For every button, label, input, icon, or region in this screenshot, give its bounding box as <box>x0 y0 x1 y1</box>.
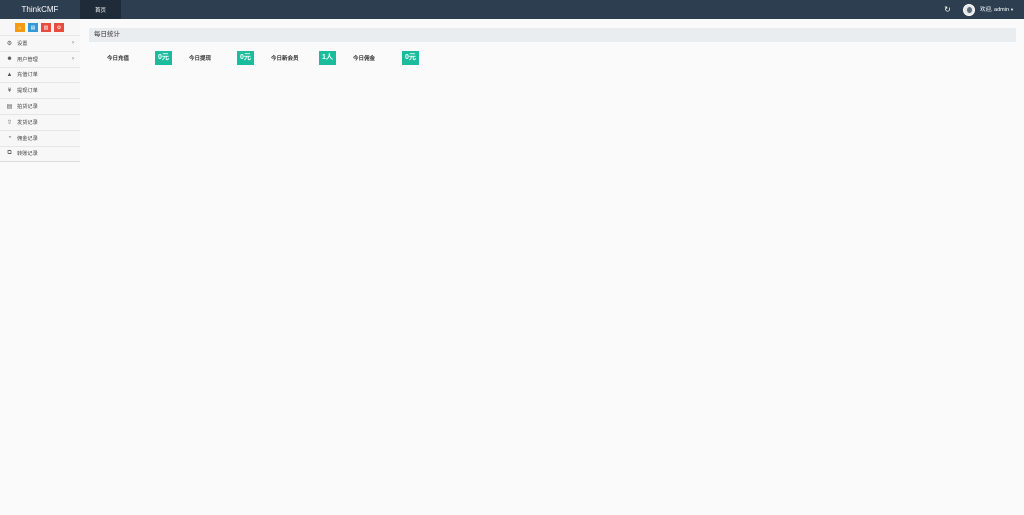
yen-icon: ¥ <box>7 87 12 94</box>
stat-badge-recharge: 0元 <box>155 51 172 65</box>
stat-label-recharge: 今日充值 <box>107 56 130 62</box>
sidebar-item-label: 提现订单 <box>17 88 38 95</box>
sidebar-item-label: 用户管理 <box>17 56 38 63</box>
sidebar-nav: ⚙ 设置 › ☻ 用户管理 › ▲ 充值订单 ¥ 提现订单 ▤ 拍货记录 ⇧ 发… <box>0 35 80 161</box>
sidebar-item-label: 佣金记录 <box>17 135 38 142</box>
user-menu[interactable]: 欢迎, admin▼ <box>980 5 1014 14</box>
panel-title: 每日统计 <box>89 28 1016 42</box>
stat-label-commission: 今日佣金 <box>353 56 376 62</box>
refresh-icon[interactable]: ↻ <box>943 5 952 14</box>
stat-label-new-members: 今日新会员 <box>271 56 299 62</box>
stat-badge-commission: 0元 <box>402 51 419 65</box>
sidebar-item-auction-records[interactable]: ▤ 拍货记录 <box>0 98 80 114</box>
sidebar-item-settings[interactable]: ⚙ 设置 › <box>0 35 80 51</box>
sidebar-item-label: 转账记录 <box>17 151 38 158</box>
stat-label-withdraw: 今日提现 <box>189 56 212 62</box>
clone-icon: ⧉ <box>7 150 12 157</box>
gear-icon[interactable]: ⚙ <box>54 23 64 32</box>
caret-down-icon: ▼ <box>1010 7 1015 12</box>
users-icon: ☻ <box>6 56 13 63</box>
home-icon[interactable]: ⌂ <box>15 23 25 32</box>
sidebar-item-commission-records[interactable]: ◔ 佣金记录 <box>0 129 80 146</box>
bar-chart-icon: ▤ <box>6 104 13 111</box>
user-greeting: 欢迎, admin <box>980 7 1010 13</box>
brand-logo[interactable]: ThinkCMF <box>0 0 80 19</box>
area-chart-icon: ▲ <box>6 71 13 78</box>
tab-home[interactable]: 首页 <box>80 0 121 19</box>
sidebar-item-recharge-orders[interactable]: ▲ 充值订单 <box>0 66 80 83</box>
stat-badge-new-members: 1人 <box>319 51 336 65</box>
sidebar-item-label: 设置 <box>17 40 28 47</box>
sidebar-item-label: 拍货记录 <box>17 104 38 111</box>
sidebar-item-shipping-records[interactable]: ⇧ 发货记录 <box>0 113 80 130</box>
sidebar-item-label: 发货记录 <box>17 119 38 126</box>
sidebar-item-withdraw-orders[interactable]: ¥ 提现订单 <box>0 82 80 98</box>
stat-badge-withdraw: 0元 <box>237 51 254 65</box>
pie-chart-icon: ◔ <box>7 135 12 142</box>
sidebar-item-users[interactable]: ☻ 用户管理 › <box>0 50 80 67</box>
sidebar-item-transfer-records[interactable]: ⧉ 转账记录 <box>0 145 80 162</box>
upload-icon: ⇧ <box>6 119 13 126</box>
file-icon[interactable]: ▤ <box>28 23 38 32</box>
sidebar-shortcuts: ⌂ ▤ ▧ ⚙ <box>15 23 64 32</box>
top-navbar: ThinkCMF 首页 ↻ 欢迎, admin▼ <box>0 0 1024 19</box>
avatar[interactable] <box>963 4 975 16</box>
trash-icon[interactable]: ▧ <box>41 23 51 32</box>
chevron-right-icon: › <box>72 40 74 46</box>
chevron-right-icon: › <box>72 55 74 62</box>
sidebar-item-label: 充值订单 <box>17 72 38 79</box>
cogs-icon: ⚙ <box>6 40 13 47</box>
sidebar: ⌂ ▤ ▧ ⚙ ⚙ 设置 › ☻ 用户管理 › ▲ 充值订单 ¥ 提现订单 ▤ … <box>0 19 80 162</box>
